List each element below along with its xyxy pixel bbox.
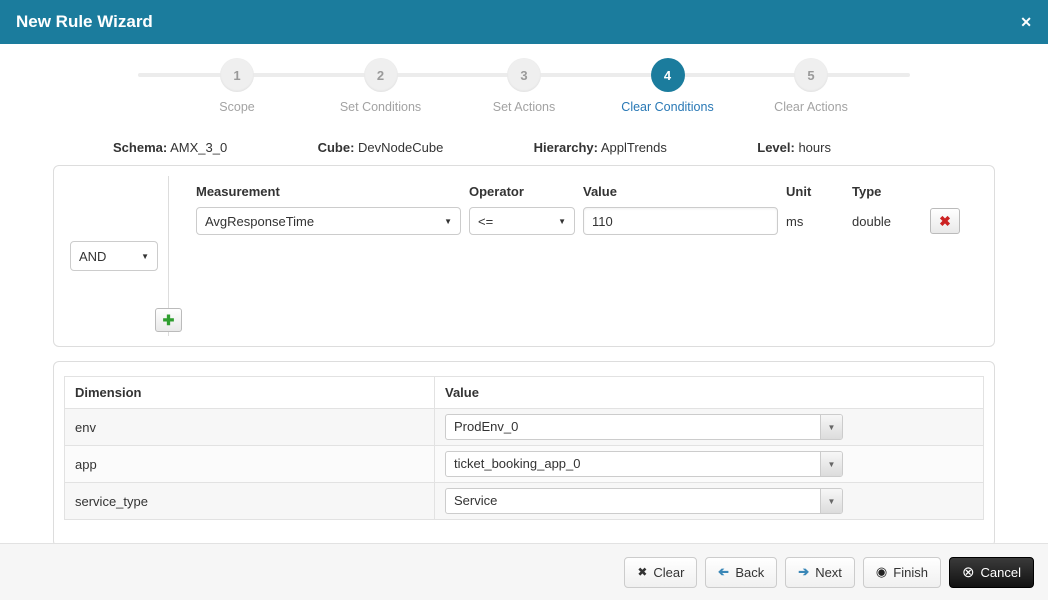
step-label-scope: Scope [219, 100, 254, 114]
wizard-stepper: 1 Scope 2 Set Conditions 3 Set Actions 4… [220, 58, 828, 124]
cube-value: DevNodeCube [358, 140, 443, 155]
env-value-combobox[interactable]: ProdEnv_0 ▼ [445, 414, 843, 440]
clear-x-icon: ✖ [637, 565, 647, 579]
plus-icon: ✚ [163, 312, 175, 329]
close-icon[interactable]: ✕ [1020, 14, 1032, 31]
back-button[interactable]: ➔ Back [705, 557, 777, 588]
measurement-value: AvgResponseTime [205, 214, 314, 229]
chevron-down-icon: ▼ [444, 217, 452, 226]
type-value: double [852, 214, 922, 229]
clear-button[interactable]: ✖ Clear [624, 557, 697, 588]
step-label-clear-conditions: Clear Conditions [621, 100, 713, 114]
next-button[interactable]: ➔ Next [785, 557, 855, 588]
schema-label: Schema: [113, 140, 167, 155]
condition-row: AvgResponseTime ▼ <= ▼ ms double ✖ [196, 207, 984, 235]
dimensions-table: Dimension Value env ProdEnv_0 ▼ app tick… [64, 376, 984, 520]
cancel-button-label: Cancel [981, 565, 1021, 580]
step-clear-actions[interactable]: 5 Clear Actions [794, 58, 828, 92]
arrow-right-icon: ➔ [798, 564, 809, 580]
service-type-value-combobox[interactable]: Service ▼ [445, 488, 843, 514]
clear-button-label: Clear [653, 565, 684, 580]
env-selected-value: ProdEnv_0 [446, 415, 820, 439]
cancel-circle-x-icon: ⊗ [962, 563, 975, 581]
step-circle-4[interactable]: 4 [651, 58, 685, 92]
table-row: app ticket_booking_app_0 ▼ [65, 446, 984, 483]
next-button-label: Next [815, 565, 842, 580]
dimension-name-app: app [65, 446, 435, 483]
value-header: Value [583, 184, 778, 199]
table-row: service_type Service ▼ [65, 483, 984, 520]
context-cube: Cube: DevNodeCube [318, 140, 444, 155]
hierarchy-label: Hierarchy: [534, 140, 598, 155]
level-value: hours [798, 140, 831, 155]
step-circle-1[interactable]: 1 [220, 58, 254, 92]
measurement-select[interactable]: AvgResponseTime ▼ [196, 207, 461, 235]
step-circle-5[interactable]: 5 [794, 58, 828, 92]
value-column-header: Value [435, 377, 984, 409]
chevron-down-icon: ▼ [558, 217, 566, 226]
measurement-header: Measurement [196, 184, 461, 199]
level-label: Level: [757, 140, 795, 155]
schema-value: AMX_3_0 [170, 140, 227, 155]
context-hierarchy: Hierarchy: ApplTrends [534, 140, 667, 155]
context-level: Level: hours [757, 140, 831, 155]
chevron-down-icon: ▼ [141, 252, 149, 261]
dialog-titlebar: New Rule Wizard ✕ [0, 0, 1048, 44]
step-label-set-conditions: Set Conditions [340, 100, 421, 114]
unit-value: ms [786, 214, 844, 229]
service-type-selected-value: Service [446, 489, 820, 513]
step-circle-2[interactable]: 2 [364, 58, 398, 92]
hierarchy-value: ApplTrends [601, 140, 667, 155]
condition-headers-row: Measurement Operator Value Unit Type [196, 184, 984, 199]
chevron-down-icon[interactable]: ▼ [820, 415, 842, 439]
clear-conditions-panel: AND ▼ Measurement Operator Value Unit Ty… [53, 165, 995, 347]
table-row: env ProdEnv_0 ▼ [65, 409, 984, 446]
context-schema: Schema: AMX_3_0 [113, 140, 227, 155]
operator-value: <= [478, 214, 493, 229]
dimension-name-env: env [65, 409, 435, 446]
dimension-column-header: Dimension [65, 377, 435, 409]
rule-context-bar: Schema: AMX_3_0 Cube: DevNodeCube Hierar… [113, 140, 831, 155]
step-set-actions[interactable]: 3 Set Actions [507, 58, 541, 92]
logic-operator-value: AND [79, 249, 106, 264]
wizard-footer: ✖ Clear ➔ Back ➔ Next ◉ Finish ⊗ Cancel [0, 543, 1048, 600]
operator-select[interactable]: <= ▼ [469, 207, 575, 235]
cube-label: Cube: [318, 140, 355, 155]
condition-value-input[interactable] [583, 207, 778, 235]
delete-condition-button[interactable]: ✖ [930, 208, 960, 234]
add-condition-button[interactable]: ✚ [155, 308, 182, 332]
arrow-left-icon: ➔ [718, 564, 729, 580]
back-button-label: Back [735, 565, 764, 580]
dimension-name-service-type: service_type [65, 483, 435, 520]
finish-button[interactable]: ◉ Finish [863, 557, 941, 588]
step-scope[interactable]: 1 Scope [220, 58, 254, 92]
step-label-clear-actions: Clear Actions [774, 100, 848, 114]
finish-circle-icon: ◉ [876, 564, 887, 580]
step-circle-3[interactable]: 3 [507, 58, 541, 92]
finish-button-label: Finish [893, 565, 928, 580]
operator-header: Operator [469, 184, 575, 199]
delete-icon: ✖ [939, 213, 951, 230]
unit-header: Unit [786, 184, 844, 199]
dialog-title: New Rule Wizard [16, 12, 153, 32]
step-label-set-actions: Set Actions [493, 100, 556, 114]
step-clear-conditions-active[interactable]: 4 Clear Conditions [651, 58, 685, 92]
app-selected-value: ticket_booking_app_0 [446, 452, 820, 476]
dimensions-header-row: Dimension Value [65, 377, 984, 409]
cancel-button[interactable]: ⊗ Cancel [949, 557, 1034, 588]
step-set-conditions[interactable]: 2 Set Conditions [364, 58, 398, 92]
dimensions-panel: Dimension Value env ProdEnv_0 ▼ app tick… [53, 361, 995, 547]
type-header: Type [852, 184, 922, 199]
chevron-down-icon[interactable]: ▼ [820, 452, 842, 476]
chevron-down-icon[interactable]: ▼ [820, 489, 842, 513]
app-value-combobox[interactable]: ticket_booking_app_0 ▼ [445, 451, 843, 477]
logic-operator-select[interactable]: AND ▼ [70, 241, 158, 271]
